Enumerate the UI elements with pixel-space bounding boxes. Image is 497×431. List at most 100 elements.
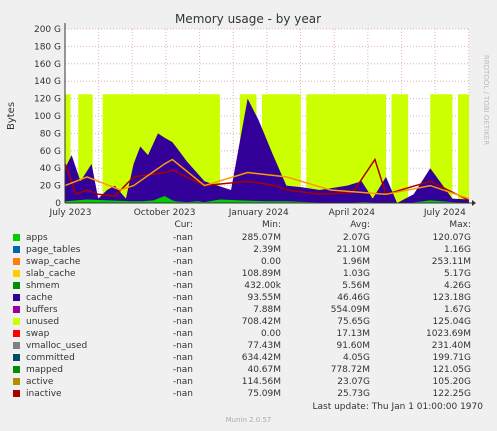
legend-label: inactive [26,389,62,399]
legend-swatch [13,366,20,373]
legend-label: shmem [26,281,60,291]
legend-cur: -nan [172,317,193,327]
legend-min: 285.07M [241,233,281,243]
legend-label: swap [26,329,50,339]
legend-min: 634.42M [241,353,281,363]
legend-swatch [13,270,20,277]
legend-row-cache: cache -nan 93.55M 46.46G 123.18G [0,292,497,304]
legend-swatch [13,330,20,337]
legend-avg: 1.96M [342,257,370,267]
legend-row-active: active -nan 114.56M 23.07G 105.20G [0,376,497,388]
legend-avg: 778.72M [330,365,370,375]
legend-row-page-tables: page_tables -nan 2.39M 21.10M 1.16G [0,244,497,256]
legend-label: cache [26,293,53,303]
legend-cur: -nan [172,293,193,303]
legend-row-committed: committed -nan 634.42M 4.05G 199.71G [0,352,497,364]
watermark: RRDTOOL / TOBI OETIKER [482,55,490,145]
legend-cur: -nan [172,257,193,267]
legend-cur: -nan [172,341,193,351]
legend-min: 432.00k [244,281,281,291]
legend-label: unused [26,317,60,327]
legend-min: 108.89M [241,269,281,279]
x-axis-arrow [472,200,476,206]
legend-label: mapped [26,365,63,375]
legend-cur: -nan [172,233,193,243]
legend-header: Cur: Min: Avg: Max: [0,220,497,232]
munin-version: Munin 2.0.57 [225,416,272,424]
legend-min: 708.42M [241,317,281,327]
legend-max: 199.71G [432,353,471,363]
legend-swatch [13,354,20,361]
legend-header-avg: Avg: [350,220,370,230]
y-tick-label: 80 G [40,129,61,139]
legend-row-mapped: mapped -nan 40.67M 778.72M 121.05G [0,364,497,376]
legend-min: 40.67M [247,365,281,375]
chart-title: Memory usage - by year [175,12,321,26]
legend-avg: 1.03G [342,269,370,279]
legend-max: 120.07G [432,233,471,243]
legend-avg: 75.65G [337,317,370,327]
y-tick-label: 140 G [34,77,61,87]
legend-cur: -nan [172,281,193,291]
legend-min: 0.00 [260,257,281,267]
legend-label: active [26,377,54,387]
series-unused-area [457,94,469,203]
legend-swatch [13,258,20,265]
y-tick-label: 160 G [34,60,61,70]
legend-cur: -nan [172,389,193,399]
legend-avg: 4.05G [342,353,370,363]
legend-label: apps [26,233,48,243]
legend-swatch [13,306,20,313]
series-unused-area [391,94,409,203]
x-tick-label: January 2024 [228,208,289,218]
y-tick-label: 100 G [34,112,61,122]
legend-row-unused: unused -nan 708.42M 75.65G 125.04G [0,316,497,328]
legend-avg: 5.56M [342,281,370,291]
legend-avg: 46.46G [337,293,370,303]
legend-max: 121.05G [432,365,471,375]
legend-min: 0.00 [260,329,281,339]
legend-avg: 91.60M [336,341,370,351]
y-tick-label: 20 G [40,182,61,192]
legend-rows: apps -nan 285.07M 2.07G 120.07G page_tables -n… [0,232,497,400]
legend-label: swap_cache [26,257,81,267]
legend-avg: 21.10M [336,245,370,255]
legend-swatch [13,294,20,301]
legend-row-apps: apps -nan 285.07M 2.07G 120.07G [0,232,497,244]
legend-swatch [13,390,20,397]
legend-max: 5.17G [443,269,471,279]
legend-swatch [13,378,20,385]
legend-label: committed [26,353,75,363]
legend-max: 123.18G [432,293,471,303]
legend-header-min: Min: [261,220,281,230]
legend-max: 4.26G [443,281,471,291]
legend-cur: -nan [172,245,193,255]
legend-label: page_tables [26,245,81,255]
legend-min: 75.09M [247,389,281,399]
legend-max: 231.40M [431,341,471,351]
x-tick-label: July 2023 [49,208,92,218]
legend-min: 93.55M [247,293,281,303]
legend-min: 114.56M [241,377,281,387]
legend-cur: -nan [172,365,193,375]
legend-min: 2.39M [253,245,281,255]
legend-cur: -nan [172,353,193,363]
y-axis-label: Bytes [6,102,17,130]
legend-cur: -nan [172,305,193,315]
y-tick-label: 40 G [40,164,61,174]
legend-row-inactive: inactive -nan 75.09M 25.73G 122.25G [0,388,497,400]
x-tick-label: April 2024 [329,208,376,218]
legend-swatch [13,246,20,253]
legend-header-max: Max: [449,220,471,230]
legend-cur: -nan [172,329,193,339]
legend-avg: 17.13M [336,329,370,339]
legend-min: 7.88M [253,305,281,315]
legend-avg: 2.07G [342,233,370,243]
x-tick-label: October 2023 [134,208,196,218]
legend-max: 253.11M [431,257,471,267]
legend-max: 125.04G [432,317,471,327]
y-tick-label: 60 G [40,147,61,157]
legend-swatch [13,234,20,241]
last-update: Last update: Thu Jan 1 01:00:00 1970 [312,402,484,412]
y-tick-label: 200 G [34,25,61,35]
